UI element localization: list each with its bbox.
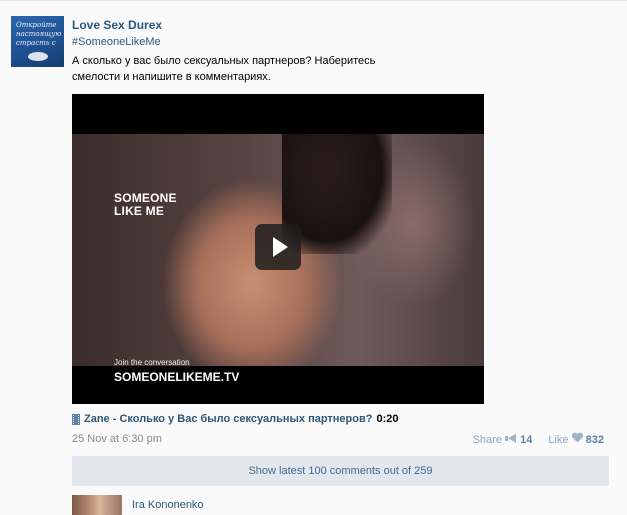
avatar-text-line: Откройте bbox=[16, 21, 57, 29]
video-overlay-title: SOMEONE LIKE ME bbox=[114, 192, 177, 218]
video-player[interactable]: SOMEONE LIKE ME Join the conversation SO… bbox=[72, 94, 484, 404]
share-count: 14 bbox=[520, 433, 533, 446]
share-label: Share bbox=[472, 433, 502, 446]
share-button[interactable]: Share 14 bbox=[472, 433, 533, 446]
post-text-line: смелости и напишите в комментариях. bbox=[72, 71, 271, 83]
like-label: Like bbox=[548, 434, 569, 446]
play-icon bbox=[273, 237, 288, 257]
hashtag-link[interactable]: #SomeoneLikeMe bbox=[72, 36, 161, 48]
post-card: Откройте настоящую страсть с Love Sex Du… bbox=[0, 0, 627, 515]
heart-icon bbox=[572, 433, 583, 443]
like-button[interactable]: Like 832 bbox=[548, 433, 604, 446]
comment-avatar[interactable] bbox=[72, 495, 122, 515]
post-text: А сколько у вас было сексуальных партнер… bbox=[72, 53, 392, 85]
megaphone-icon bbox=[505, 433, 517, 443]
video-overlay-url: SOMEONELIKEME.TV bbox=[114, 370, 240, 384]
post-date[interactable]: 25 Nov at 6:30 pm bbox=[72, 433, 162, 445]
show-more-comments-button[interactable]: Show latest 100 comments out of 259 bbox=[72, 456, 609, 486]
durex-logo bbox=[28, 52, 48, 61]
avatar-text-line: настоящую bbox=[16, 30, 62, 38]
comment-author-link[interactable]: Ira Kononenko bbox=[132, 499, 204, 511]
post-actions: Share 14 Like 832 bbox=[473, 433, 604, 446]
community-avatar[interactable]: Откройте настоящую страсть с bbox=[11, 16, 64, 67]
post-author-link[interactable]: Love Sex Durex bbox=[72, 18, 162, 32]
post-text-line: А сколько у вас было сексуальных партнер… bbox=[72, 55, 376, 67]
play-button[interactable] bbox=[255, 224, 301, 270]
film-icon bbox=[72, 413, 80, 425]
video-duration: 0:20 bbox=[376, 413, 399, 425]
avatar-text-line: страсть с bbox=[16, 39, 56, 47]
like-count: 832 bbox=[585, 434, 604, 446]
overlay-title-line: LIKE ME bbox=[114, 204, 165, 218]
video-title-link[interactable]: Zane - Сколько у Вас было сексуальных па… bbox=[72, 413, 399, 425]
video-title[interactable]: Zane - Сколько у Вас было сексуальных па… bbox=[84, 413, 372, 425]
video-overlay-join: Join the conversation bbox=[114, 358, 190, 367]
